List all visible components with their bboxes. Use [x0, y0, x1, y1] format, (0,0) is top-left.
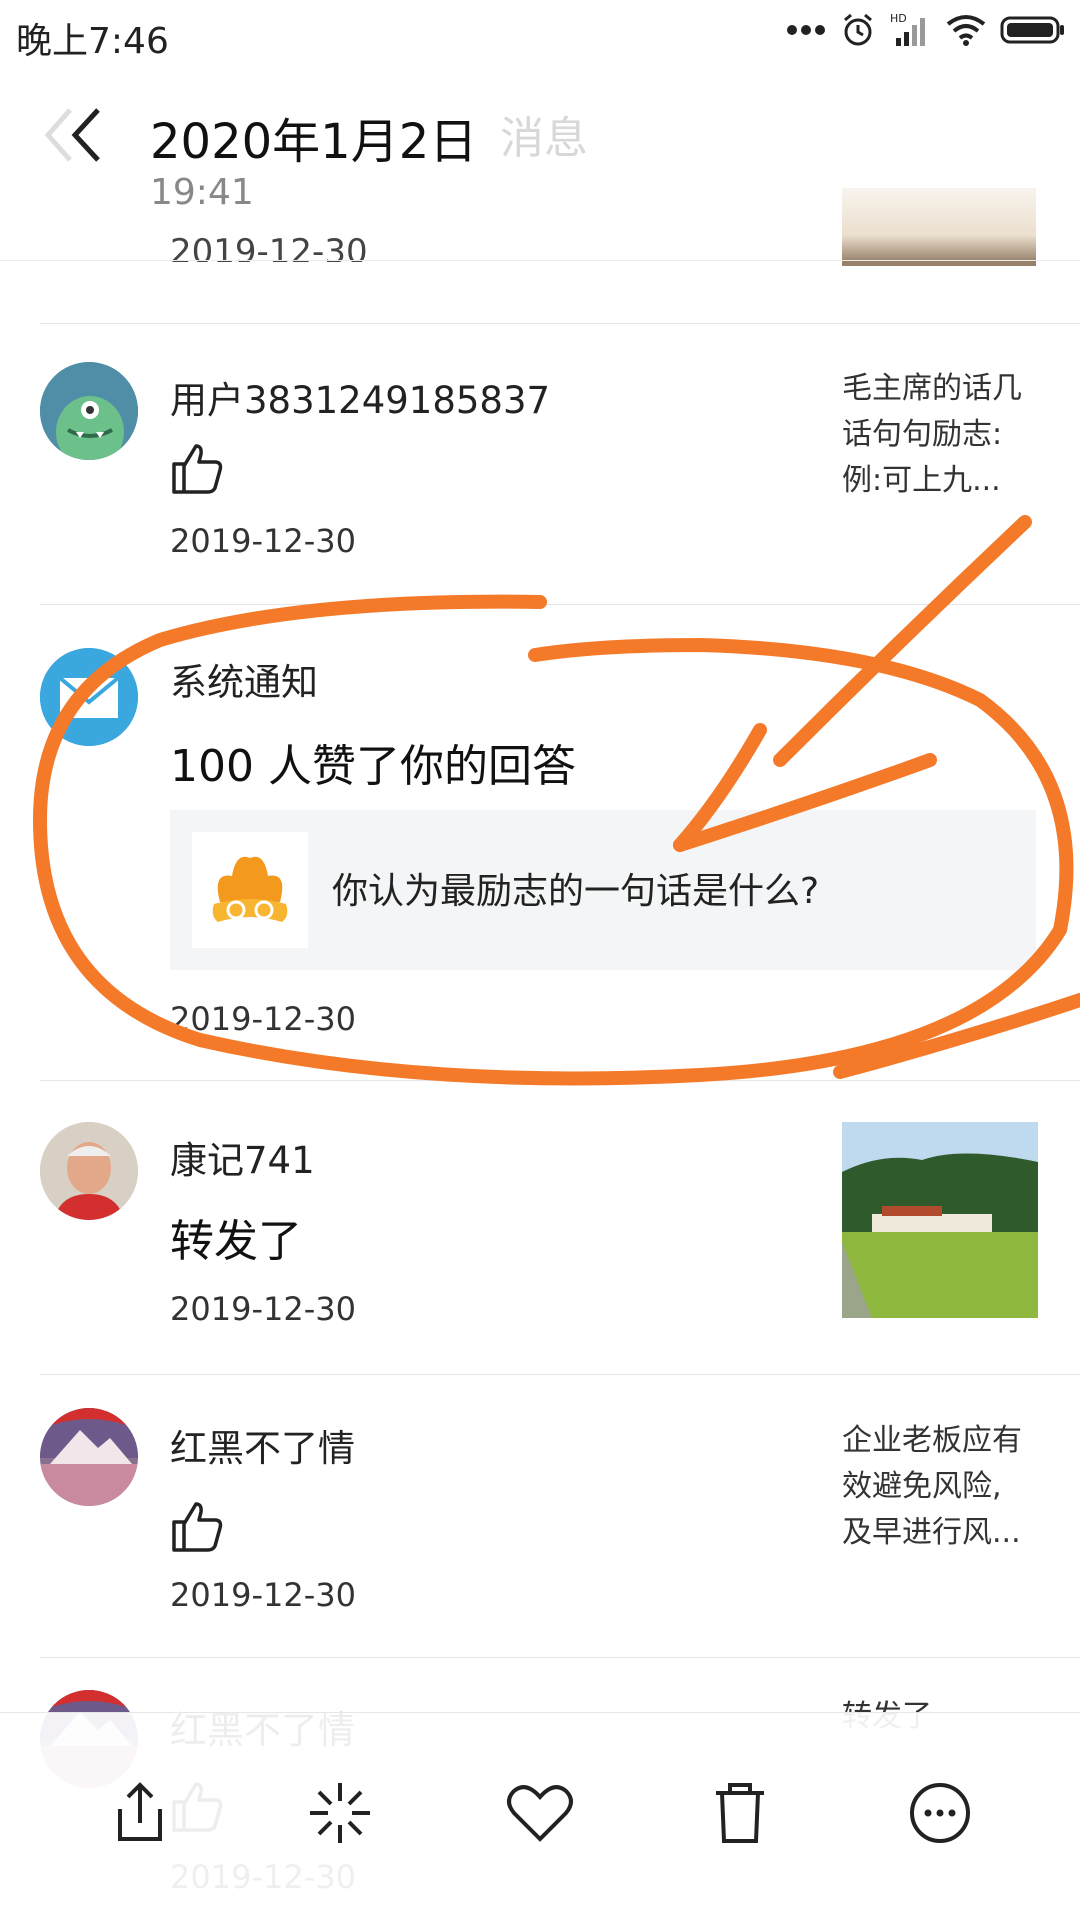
trash-icon[interactable] — [700, 1773, 780, 1853]
notification-text: 100 人赞了你的回答 — [170, 741, 576, 792]
avatar[interactable] — [40, 1408, 138, 1506]
mail-icon — [40, 648, 138, 746]
snippet-line: 话句句励志: — [842, 417, 1003, 452]
status-time: 晚上7:46 — [16, 21, 169, 62]
avatar[interactable] — [40, 362, 138, 460]
header: 2020年1月2日 消息 19:41 — [0, 70, 1080, 266]
share-icon[interactable] — [100, 1773, 180, 1853]
article-snippet[interactable]: 毛主席的话几 话句句励志: 例:可上九... — [842, 366, 1042, 504]
status-bar: 晚上7:46 HD — [0, 0, 1080, 70]
alarm-icon — [844, 13, 872, 46]
divider — [40, 604, 1080, 605]
partial-date: 2019-12-30 — [170, 232, 368, 262]
sparkle-icon[interactable] — [300, 1773, 380, 1853]
divider — [40, 323, 1080, 324]
more-dots-icon — [787, 25, 825, 35]
like-icon — [172, 444, 223, 494]
avatar — [40, 648, 138, 746]
snippet-line: 毛主席的话几 — [842, 371, 1022, 406]
status-icons: HD — [786, 12, 1066, 48]
svg-text:HD: HD — [890, 12, 907, 25]
thumbnail-partial — [842, 188, 1036, 266]
user-name[interactable]: 康记741 — [170, 1130, 315, 1184]
question-thumbnail — [192, 832, 308, 948]
person-photo-avatar — [40, 1122, 138, 1220]
crown-cloud-icon — [212, 856, 288, 922]
notification-text: 转发了 — [170, 1216, 302, 1267]
more-icon[interactable] — [900, 1773, 980, 1853]
snippet-line: 及早进行风... — [842, 1515, 1021, 1550]
divider — [40, 1374, 1080, 1375]
item-date: 2019-12-30 — [170, 1000, 356, 1038]
snippet-line: 例:可上九... — [842, 463, 1001, 498]
signal-icon: HD — [890, 12, 925, 46]
item-date: 2019-12-30 — [170, 522, 356, 560]
item-date: 2019-12-30 — [170, 1576, 356, 1614]
article-thumbnail[interactable] — [842, 1122, 1038, 1318]
bottom-action-bar — [0, 1712, 1080, 1921]
divider — [40, 1080, 1080, 1081]
header-time: 19:41 — [150, 172, 254, 213]
like-icon — [172, 1502, 223, 1552]
snippet-line: 企业老板应有 — [842, 1423, 1022, 1458]
avatar[interactable] — [40, 1122, 138, 1220]
monster-avatar-icon — [40, 362, 138, 460]
header-date: 2020年1月2日 — [150, 114, 478, 170]
divider — [0, 260, 1080, 261]
user-name: 系统通知 — [170, 661, 318, 704]
wifi-icon — [946, 15, 986, 46]
heart-icon[interactable] — [500, 1773, 580, 1853]
back-arrow-icon[interactable] — [40, 95, 120, 175]
header-ghost-title: 消息 — [500, 113, 588, 164]
user-name[interactable]: 用户3831249185837 — [170, 370, 550, 424]
battery-icon — [1000, 16, 1064, 44]
mountain-lake-avatar — [40, 1408, 138, 1506]
quoted-question-card[interactable]: 你认为最励志的一句话是什么? — [170, 810, 1036, 970]
snippet-line: 效避免风险, — [842, 1469, 1002, 1504]
question-text: 你认为最励志的一句话是什么? — [332, 871, 820, 912]
divider — [40, 1657, 1080, 1658]
article-snippet[interactable]: 企业老板应有 效避免风险, 及早进行风... — [842, 1418, 1042, 1556]
item-date: 2019-12-30 — [170, 1290, 356, 1328]
landscape-photo — [842, 1122, 1038, 1318]
user-name[interactable]: 红黑不了情 — [170, 1418, 355, 1472]
